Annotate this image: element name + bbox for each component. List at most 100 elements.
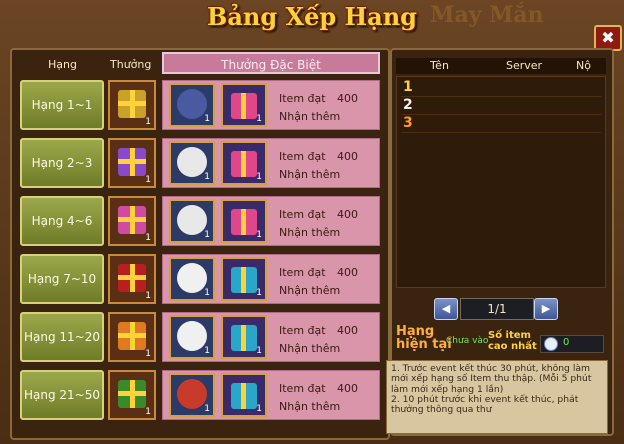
item-requirement-value: 400 bbox=[337, 208, 358, 221]
item-quantity: 1 bbox=[204, 230, 210, 240]
extra-reward-label: Nhận thêm bbox=[279, 284, 341, 297]
tier-reward-slot[interactable]: 1 bbox=[108, 138, 156, 188]
gift-box-icon bbox=[118, 322, 146, 350]
rank-tier-button[interactable]: Hạng 1~1 bbox=[20, 80, 104, 130]
special-item-slot[interactable]: 1 bbox=[169, 315, 215, 359]
special-item-slot[interactable]: 1 bbox=[169, 199, 215, 243]
best-item-label-line2: cao nhất bbox=[488, 341, 537, 352]
best-item-label: Số item cao nhất bbox=[488, 330, 537, 352]
tier-reward-slot[interactable]: 1 bbox=[108, 254, 156, 304]
item-requirement-value: 400 bbox=[337, 324, 358, 337]
gift-box-icon bbox=[118, 148, 146, 176]
item-quantity: 1 bbox=[204, 288, 210, 298]
item-requirement-value: 400 bbox=[337, 92, 358, 105]
rank-tier-label: Hạng 4~6 bbox=[31, 214, 93, 228]
note-line: 1. Trước event kết thúc 30 phút, không l… bbox=[391, 363, 592, 395]
window-title: Bảng Xếp Hạng bbox=[207, 2, 417, 31]
item-coin-icon bbox=[544, 337, 558, 351]
special-item-slot[interactable]: 1 bbox=[169, 83, 215, 127]
extra-column-header: Nộ bbox=[576, 59, 591, 72]
pet-icon bbox=[177, 89, 207, 119]
gift-item-slot[interactable]: 1 bbox=[221, 257, 267, 301]
rank-tier-button[interactable]: Hạng 7~10 bbox=[20, 254, 104, 304]
item-quantity: 1 bbox=[204, 172, 210, 182]
item-requirement-label: Item đạt bbox=[279, 382, 326, 395]
rank-tier-label: Hạng 1~1 bbox=[31, 98, 93, 112]
extra-reward-label: Nhận thêm bbox=[279, 342, 341, 355]
gift-box-icon bbox=[118, 90, 146, 118]
best-item-label-line1: Số item bbox=[488, 330, 531, 341]
leaderboard-rank-number: 1 bbox=[403, 79, 413, 95]
special-item-slot[interactable]: 1 bbox=[169, 373, 215, 417]
gift-quantity: 1 bbox=[256, 404, 262, 414]
leaderboard-row[interactable]: 1 bbox=[401, 79, 601, 97]
gift-quantity: 1 bbox=[256, 346, 262, 356]
pet-icon bbox=[177, 147, 207, 177]
gift-box-icon bbox=[231, 209, 257, 235]
rank-tier-button[interactable]: Hạng 11~20 bbox=[20, 312, 104, 362]
rank-tier-label: Hạng 2~3 bbox=[31, 156, 93, 170]
extra-reward-label: Nhận thêm bbox=[279, 226, 341, 239]
special-item-slot[interactable]: 1 bbox=[169, 141, 215, 185]
tier-reward-slot[interactable]: 1 bbox=[108, 370, 156, 420]
rank-tier-button[interactable]: Hạng 4~6 bbox=[20, 196, 104, 246]
reward-quantity: 1 bbox=[145, 407, 151, 417]
reward-quantity: 1 bbox=[145, 175, 151, 185]
name-column-header: Tên bbox=[430, 59, 449, 72]
item-requirement-label: Item đạt bbox=[279, 92, 326, 105]
event-notes: 1. Trước event kết thúc 30 phút, không l… bbox=[386, 360, 608, 434]
item-quantity: 1 bbox=[204, 346, 210, 356]
rank-tier-label: Hạng 21~50 bbox=[23, 388, 100, 402]
item-requirement-label: Item đạt bbox=[279, 150, 326, 163]
gift-item-slot[interactable]: 1 bbox=[221, 83, 267, 127]
pet-icon bbox=[177, 321, 207, 351]
pet-icon bbox=[177, 205, 207, 235]
special-reward-row: 1 1 Item đạt 400 Nhận thêm bbox=[162, 80, 380, 130]
gift-box-icon bbox=[231, 383, 257, 409]
item-requirement-label: Item đạt bbox=[279, 324, 326, 337]
item-requirement-value: 400 bbox=[337, 150, 358, 163]
note-line: 2. 10 phút trước khi event kết thúc, phá… bbox=[391, 393, 579, 416]
item-requirement-value: 400 bbox=[337, 266, 358, 279]
tier-reward-slot[interactable]: 1 bbox=[108, 196, 156, 246]
special-reward-row: 1 1 Item đạt 400 Nhận thêm bbox=[162, 138, 380, 188]
rank-tier-label: Hạng 11~20 bbox=[23, 330, 100, 344]
leaderboard-row[interactable]: 2 bbox=[401, 97, 601, 115]
gift-box-icon bbox=[231, 267, 257, 293]
server-column-header: Server bbox=[506, 59, 543, 72]
leaderboard-rank-number: 2 bbox=[403, 97, 413, 113]
current-rank-label: Hạng hiện tại bbox=[396, 325, 452, 351]
item-requirement-label: Item đạt bbox=[279, 208, 326, 221]
item-requirement-value: 400 bbox=[337, 382, 358, 395]
leaderboard-list: 1 2 3 bbox=[396, 76, 606, 288]
pet-icon bbox=[177, 263, 207, 293]
special-reward-row: 1 1 Item đạt 400 Nhận thêm bbox=[162, 254, 380, 304]
item-requirement-label: Item đạt bbox=[279, 266, 326, 279]
rank-column-header: Hạng bbox=[48, 58, 77, 71]
item-quantity: 1 bbox=[204, 114, 210, 124]
reward-quantity: 1 bbox=[145, 349, 151, 359]
rank-tier-button[interactable]: Hạng 21~50 bbox=[20, 370, 104, 420]
page-indicator: 1/1 bbox=[460, 298, 534, 320]
tier-reward-slot[interactable]: 1 bbox=[108, 312, 156, 362]
next-page-button[interactable]: ▶ bbox=[534, 298, 558, 320]
best-item-field: 0 bbox=[540, 335, 604, 353]
extra-reward-label: Nhận thêm bbox=[279, 168, 341, 181]
gift-box-icon bbox=[118, 206, 146, 234]
prev-page-button[interactable]: ◀ bbox=[434, 298, 458, 320]
gift-item-slot[interactable]: 1 bbox=[221, 373, 267, 417]
background-decoration-text: May Mắn bbox=[430, 2, 544, 28]
special-item-slot[interactable]: 1 bbox=[169, 257, 215, 301]
special-reward-row: 1 1 Item đạt 400 Nhận thêm bbox=[162, 370, 380, 420]
current-rank-value: Chưa vào bbox=[446, 336, 489, 346]
gift-item-slot[interactable]: 1 bbox=[221, 199, 267, 243]
gift-box-icon bbox=[231, 151, 257, 177]
gift-quantity: 1 bbox=[256, 114, 262, 124]
rank-tier-button[interactable]: Hạng 2~3 bbox=[20, 138, 104, 188]
leaderboard-row[interactable]: 3 bbox=[401, 115, 601, 133]
gift-quantity: 1 bbox=[256, 230, 262, 240]
tier-reward-slot[interactable]: 1 bbox=[108, 80, 156, 130]
gift-item-slot[interactable]: 1 bbox=[221, 141, 267, 185]
best-item-value: 0 bbox=[563, 337, 570, 348]
gift-item-slot[interactable]: 1 bbox=[221, 315, 267, 359]
